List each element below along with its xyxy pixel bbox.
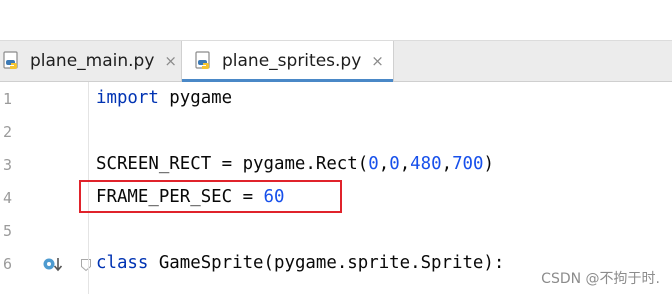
code-token: , — [378, 154, 390, 174]
tab-plane-main[interactable]: plane_main.py × — [0, 41, 180, 81]
code-token: class — [96, 253, 149, 273]
line-number: 2 — [2, 123, 12, 141]
code-token: 480 — [410, 154, 442, 174]
code-token: pygame — [158, 88, 233, 108]
implemented-method-icon[interactable] — [42, 255, 66, 275]
tab-label: plane_main.py — [30, 51, 155, 71]
code-token: GameSprite(pygame.sprite.Sprite): — [148, 253, 505, 273]
code-line[interactable]: class GameSprite(pygame.sprite.Sprite): — [96, 253, 504, 273]
code-token: 0 — [368, 154, 379, 174]
code-token: , — [399, 154, 411, 174]
code-token: 0 — [389, 154, 400, 174]
close-icon[interactable]: × — [164, 53, 177, 69]
code-token: 700 — [452, 154, 484, 174]
code-editor[interactable]: 1 2 3 4 5 6 import pygame SCREEN_RECT = … — [0, 82, 672, 294]
tab-plane-sprites[interactable]: plane_sprites.py × — [181, 41, 394, 82]
fold-marker-icon[interactable] — [80, 258, 92, 272]
line-number: 1 — [2, 90, 12, 108]
window-top-strip — [0, 0, 672, 41]
tab-label: plane_sprites.py — [222, 51, 362, 71]
line-number: 5 — [2, 222, 12, 240]
python-file-icon — [195, 51, 210, 69]
line-number: 4 — [2, 189, 12, 207]
annotation-highlight-box — [79, 180, 342, 213]
code-token: SCREEN_RECT = pygame.Rect( — [96, 154, 369, 174]
watermark-text: CSDN @不拘于时. — [541, 271, 660, 287]
code-line[interactable]: import pygame — [96, 88, 232, 108]
line-number-gutter: 1 2 3 4 5 6 — [0, 82, 91, 294]
editor-tab-bar: plane_main.py × plane_sprites.py × — [0, 41, 672, 82]
code-token: , — [441, 154, 453, 174]
code-token: ) — [483, 154, 494, 174]
line-number: 3 — [2, 156, 12, 174]
code-line[interactable]: SCREEN_RECT = pygame.Rect(0,0,480,700) — [96, 154, 494, 174]
code-token: import — [96, 88, 159, 108]
python-file-icon — [3, 51, 18, 69]
line-number: 6 — [2, 255, 12, 273]
close-icon[interactable]: × — [371, 53, 384, 69]
